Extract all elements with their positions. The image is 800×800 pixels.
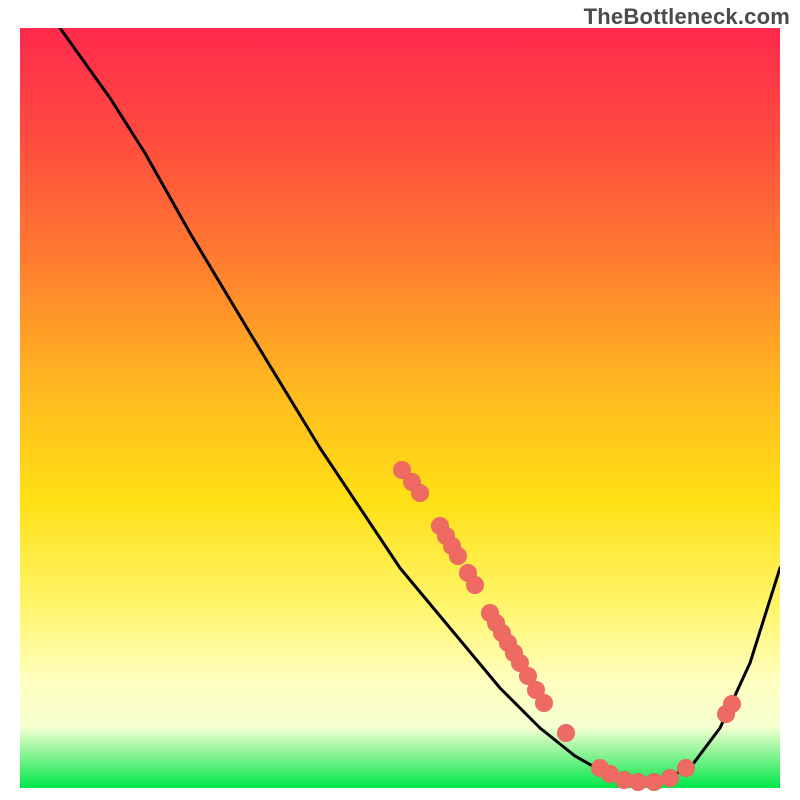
data-dot [601,765,619,783]
data-dot [615,771,633,789]
data-dot [661,769,679,787]
stage: TheBottleneck.com [0,0,800,800]
data-dot [431,517,449,535]
data-dot [591,759,609,777]
data-dot [527,681,545,699]
data-dot [487,614,505,632]
data-dot [449,547,467,565]
dots-layer [20,28,780,788]
data-dot [411,484,429,502]
data-dot [519,667,537,685]
data-dot [557,724,575,742]
data-dot [459,564,477,582]
data-dot [481,604,499,622]
plot-area [20,28,780,788]
data-dot [499,634,517,652]
data-dot [717,705,735,723]
data-dot [493,624,511,642]
data-dot [437,527,455,545]
watermark-text: TheBottleneck.com [584,4,790,30]
data-dot [511,654,529,672]
data-dot [629,773,647,791]
data-dot [443,537,461,555]
data-dot [645,773,663,791]
data-dot [403,473,421,491]
data-dot [505,644,523,662]
data-dot [677,759,695,777]
data-dot [393,461,411,479]
data-dot [466,576,484,594]
data-dot [723,695,741,713]
data-dot [535,694,553,712]
